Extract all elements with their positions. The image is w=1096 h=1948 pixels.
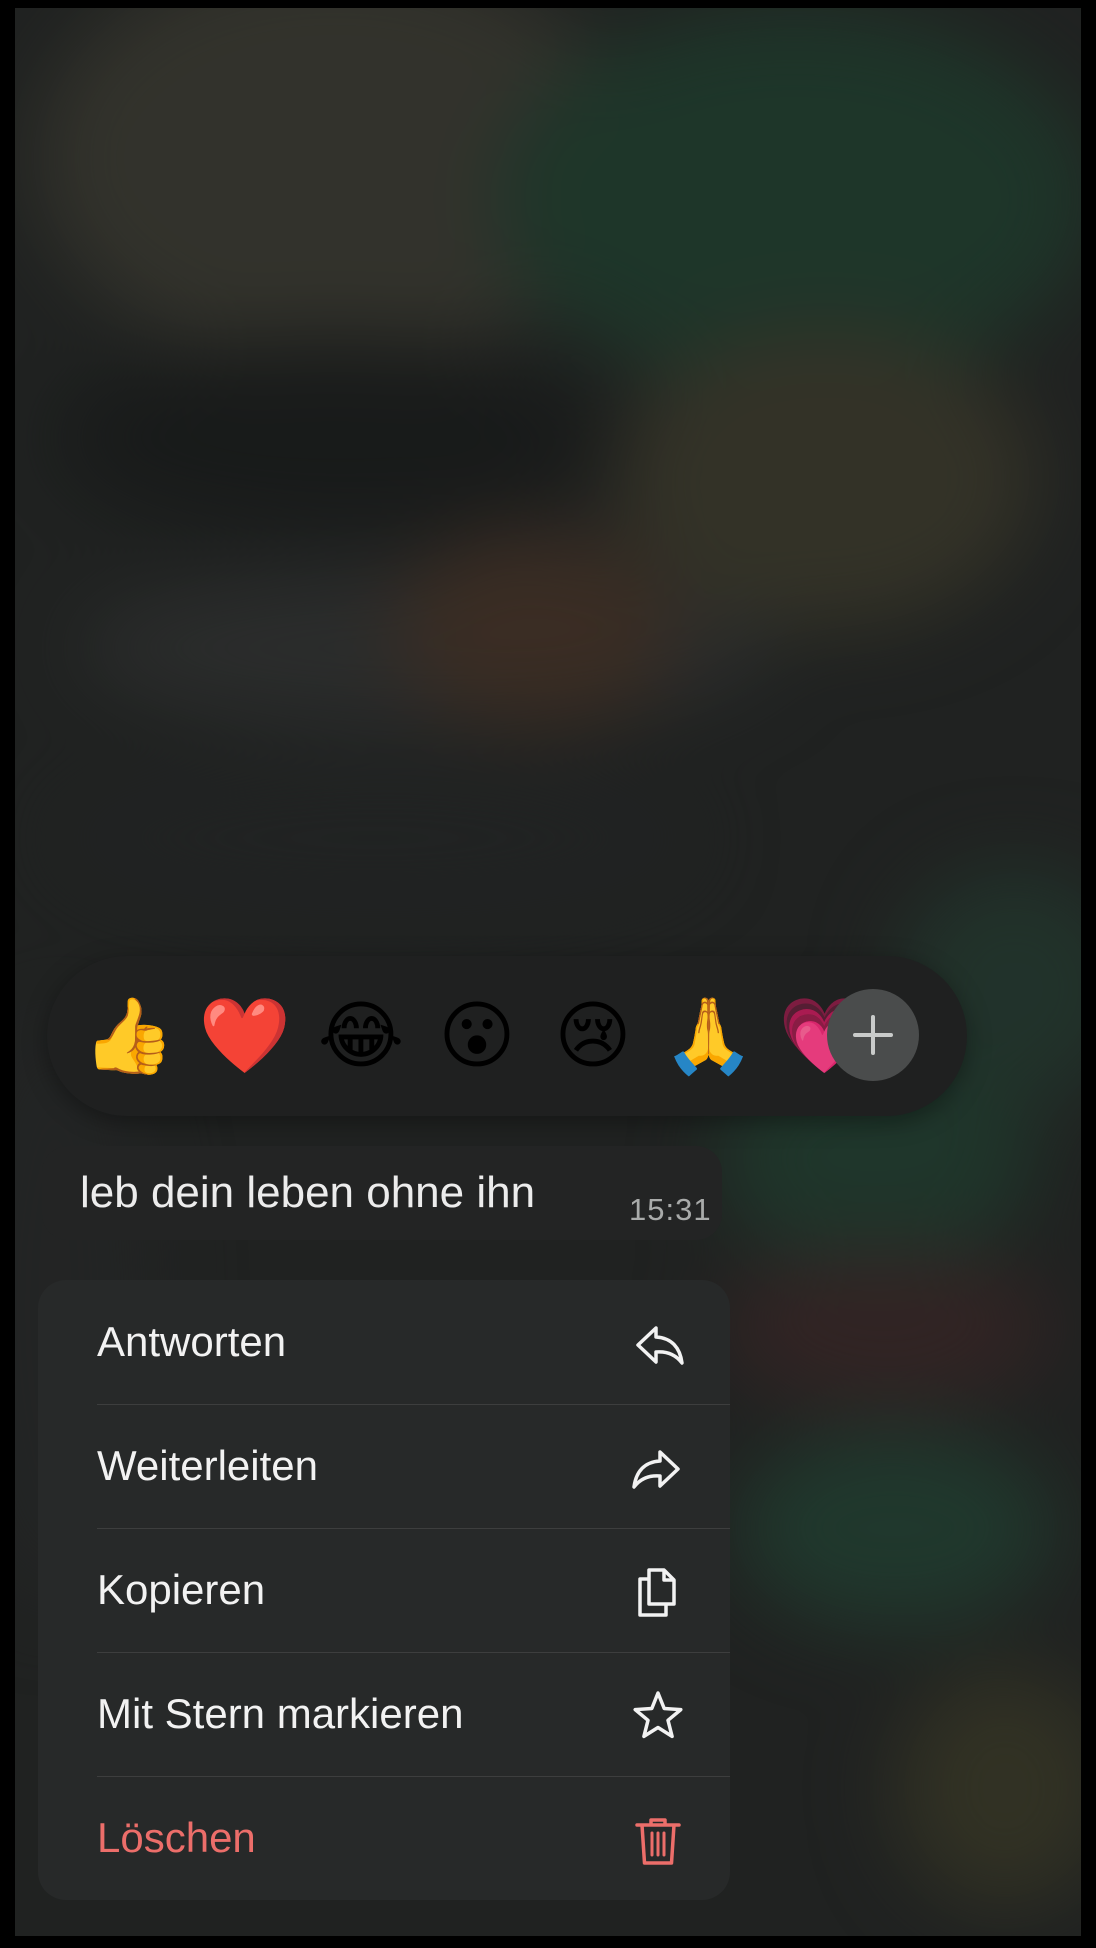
- menu-item-star[interactable]: Mit Stern markieren: [38, 1652, 730, 1776]
- message-timestamp: 15:31: [629, 1192, 712, 1227]
- menu-item-copy[interactable]: Kopieren: [38, 1528, 730, 1652]
- message-text: leb dein leben ohne ihn: [80, 1168, 536, 1217]
- copy-icon: [638, 1568, 676, 1617]
- reply-icon: [636, 1326, 684, 1365]
- crying-face-icon[interactable]: 😢: [545, 988, 641, 1084]
- reaction-bar: 👍 ❤️ 😂 😮 😢 🙏 💗: [47, 956, 967, 1116]
- tears-of-joy-icon[interactable]: 😂: [313, 988, 409, 1084]
- menu-item-label: Antworten: [97, 1318, 287, 1365]
- menu-item-delete[interactable]: Löschen: [38, 1776, 730, 1900]
- menu-item-label: Weiterleiten: [97, 1442, 318, 1489]
- red-heart-icon[interactable]: ❤️: [197, 988, 293, 1084]
- menu-item-forward[interactable]: Weiterleiten: [38, 1404, 730, 1528]
- menu-item-reply[interactable]: Antworten: [38, 1280, 730, 1404]
- menu-item-label: Löschen: [97, 1814, 256, 1861]
- menu-item-label: Kopieren: [97, 1566, 266, 1613]
- more-reactions-button[interactable]: [827, 989, 919, 1081]
- surprised-face-icon[interactable]: 😮: [429, 988, 525, 1084]
- message-bubble[interactable]: leb dein leben ohne ihn 15:31: [42, 1146, 722, 1240]
- trash-icon: [635, 1818, 681, 1865]
- message-context-menu: Antworten Weiterleiten Kopieren Mit Ster…: [38, 1280, 730, 1900]
- forward-icon: [632, 1450, 680, 1489]
- thumbs-up-icon[interactable]: 👍: [81, 988, 177, 1084]
- star-icon: [633, 1691, 683, 1739]
- folded-hands-icon[interactable]: 🙏: [661, 988, 757, 1084]
- menu-item-label: Mit Stern markieren: [97, 1690, 464, 1737]
- plus-icon: [853, 1015, 893, 1055]
